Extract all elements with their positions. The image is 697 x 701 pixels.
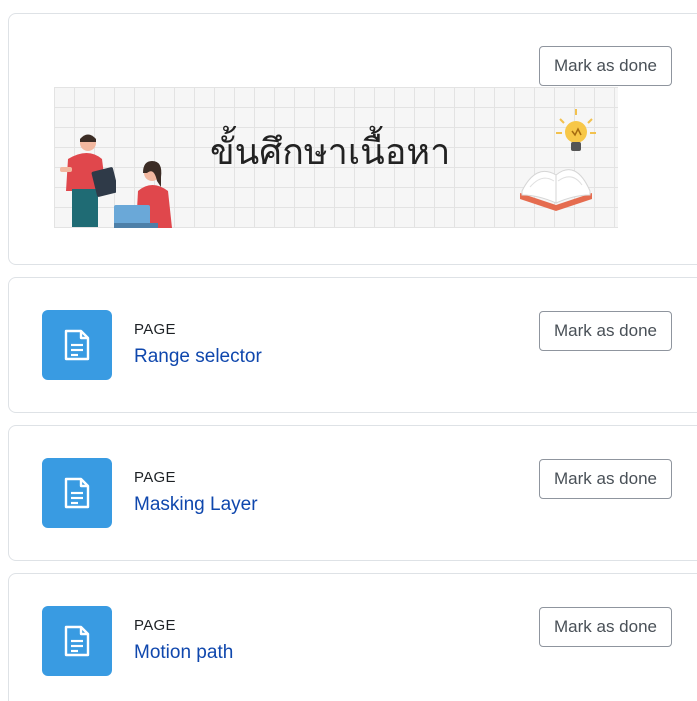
mark-as-done-button[interactable]: Mark as done — [539, 311, 672, 351]
activity-type-label: PAGE — [134, 617, 176, 634]
activity-type-label: PAGE — [134, 469, 176, 486]
page-document-icon[interactable] — [42, 310, 112, 380]
activity-link[interactable]: Range selector — [134, 346, 262, 368]
activity-card: PAGE Range selector Mark as done — [8, 277, 697, 413]
mark-as-done-button[interactable]: Mark as done — [539, 607, 672, 647]
mark-as-done-button[interactable]: Mark as done — [539, 459, 672, 499]
lightbulb-illustration — [556, 109, 596, 151]
section-banner-image: ขั้นศึกษาเนื้อหา — [54, 87, 618, 228]
teacher-illustration — [60, 134, 116, 227]
page-document-icon[interactable] — [42, 606, 112, 676]
course-content: Mark as done ขั้นศึกษาเนื้อหา PAGE Range… — [0, 0, 697, 701]
activity-card: PAGE Motion path Mark as done — [8, 573, 697, 701]
banner-section-card: Mark as done ขั้นศึกษาเนื้อหา — [8, 13, 697, 265]
activity-type-label: PAGE — [134, 321, 176, 338]
mark-as-done-button[interactable]: Mark as done — [539, 46, 672, 86]
activity-link[interactable]: Motion path — [134, 642, 233, 664]
open-book-illustration — [520, 169, 592, 211]
activity-link[interactable]: Masking Layer — [134, 494, 258, 516]
page-document-icon[interactable] — [42, 458, 112, 528]
banner-title: ขั้นศึกษาเนื้อหา — [210, 132, 451, 173]
student-laptop-illustration — [114, 161, 172, 228]
activity-card: PAGE Masking Layer Mark as done — [8, 425, 697, 561]
